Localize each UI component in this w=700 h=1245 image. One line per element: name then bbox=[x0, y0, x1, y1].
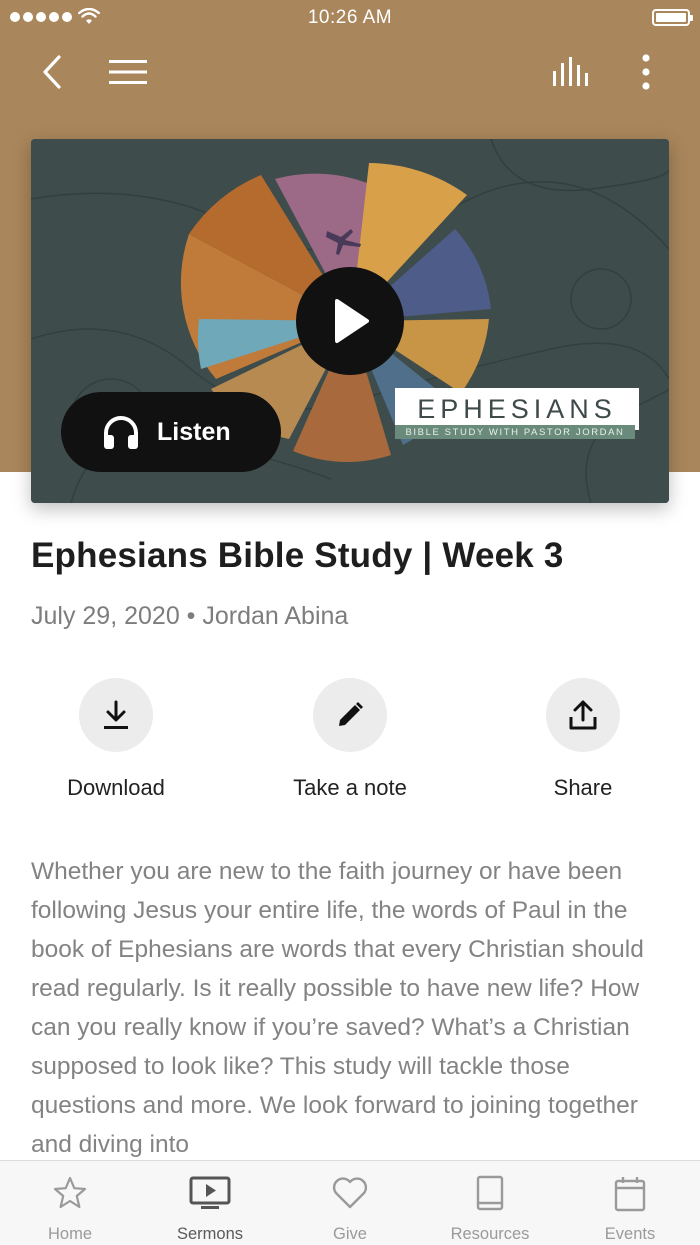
more-options-button[interactable] bbox=[624, 50, 668, 94]
tab-events[interactable]: Events bbox=[560, 1161, 700, 1245]
tab-home-label: Home bbox=[47, 1225, 92, 1243]
more-vertical-icon bbox=[642, 54, 650, 90]
download-icon bbox=[104, 700, 128, 729]
listen-label: Listen bbox=[157, 417, 231, 446]
tab-bar: Home Sermons Give Resources Events bbox=[0, 1160, 700, 1245]
equalizer-icon bbox=[553, 57, 588, 86]
tab-resources[interactable]: Resources bbox=[420, 1161, 560, 1245]
tab-events-label: Events bbox=[604, 1225, 656, 1243]
navigation-bar bbox=[0, 40, 700, 104]
download-button[interactable]: Download bbox=[26, 678, 206, 801]
take-note-button[interactable]: Take a note bbox=[260, 678, 440, 801]
heart-icon bbox=[332, 1177, 368, 1209]
share-icon bbox=[569, 700, 597, 730]
download-label: Download bbox=[67, 775, 165, 800]
take-note-label: Take a note bbox=[293, 775, 407, 800]
sermon-title: Ephesians Bible Study | Week 3 bbox=[31, 536, 564, 575]
listen-button[interactable]: Listen bbox=[61, 392, 281, 472]
star-icon bbox=[53, 1176, 87, 1209]
tab-sermons[interactable]: Sermons bbox=[140, 1161, 280, 1245]
hamburger-menu-icon bbox=[109, 60, 147, 84]
play-button[interactable] bbox=[296, 267, 404, 375]
status-time: 10:26 AM bbox=[307, 7, 393, 28]
equalizer-button[interactable] bbox=[550, 50, 594, 94]
tab-home[interactable]: Home bbox=[0, 1161, 140, 1245]
share-button[interactable]: Share bbox=[493, 678, 673, 801]
artwork-subtitle: BIBLE STUDY WITH PASTOR JORDAN bbox=[395, 425, 635, 439]
calendar-icon bbox=[614, 1177, 646, 1212]
sermon-description: Whether you are new to the faith journey… bbox=[31, 858, 644, 1158]
tab-give[interactable]: Give bbox=[280, 1161, 420, 1245]
play-icon bbox=[335, 299, 369, 343]
pencil-icon bbox=[339, 702, 363, 726]
status-bar: 10:26 AM bbox=[0, 0, 700, 36]
share-label: Share bbox=[553, 775, 613, 800]
battery-icon bbox=[652, 9, 693, 26]
tv-play-icon bbox=[189, 1176, 231, 1209]
menu-button[interactable] bbox=[106, 50, 150, 94]
sermon-artwork: EPHESIANS BIBLE STUDY WITH PASTOR JORDAN… bbox=[31, 139, 669, 503]
tab-give-label: Give bbox=[333, 1225, 367, 1243]
book-icon bbox=[476, 1175, 504, 1211]
tab-resources-label: Resources bbox=[450, 1225, 530, 1243]
tab-sermons-label: Sermons bbox=[176, 1225, 244, 1243]
artwork-title: EPHESIANS bbox=[395, 388, 639, 430]
headphones-icon bbox=[101, 413, 141, 451]
chevron-left-icon bbox=[43, 55, 61, 89]
sermon-meta: July 29, 2020 • Jordan Abina bbox=[31, 602, 349, 630]
back-button[interactable] bbox=[30, 50, 74, 94]
